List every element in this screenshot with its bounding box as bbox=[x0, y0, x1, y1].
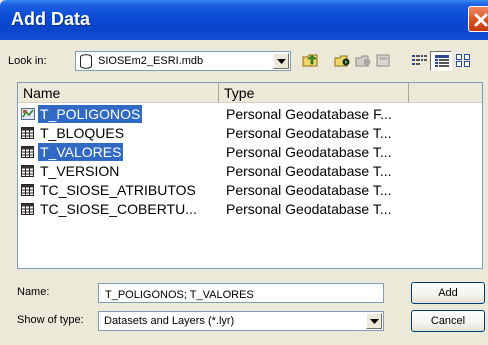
add-data-dialog: Add Data Look in: SIOSEm2_ESRI.mdb Name … bbox=[0, 0, 488, 345]
database-icon bbox=[80, 54, 92, 69]
list-item-name: TC_SIOSE_COBERTU... bbox=[40, 201, 197, 217]
list-item[interactable]: T_VALORES Personal Geodatabase T... bbox=[18, 143, 484, 162]
thumbnails-view-icon bbox=[456, 54, 470, 67]
thumbnails-view-button[interactable] bbox=[452, 51, 474, 71]
cancel-button[interactable]: Cancel bbox=[411, 310, 485, 332]
name-input[interactable] bbox=[98, 283, 384, 303]
table-icon bbox=[21, 165, 34, 177]
list-item-type: Personal Geodatabase F... bbox=[226, 106, 392, 122]
details-view-button[interactable] bbox=[430, 51, 452, 71]
up-folder-icon bbox=[302, 54, 318, 67]
look-in-arrow[interactable] bbox=[273, 53, 289, 69]
list-item-type: Personal Geodatabase T... bbox=[226, 182, 392, 198]
column-header-type[interactable]: Type bbox=[219, 83, 409, 103]
close-button[interactable] bbox=[468, 6, 488, 32]
dialog-title: Add Data bbox=[11, 9, 91, 29]
list-item-type: Personal Geodatabase T... bbox=[226, 144, 392, 160]
connect-folder-icon bbox=[334, 55, 350, 67]
feature-class-icon bbox=[21, 108, 35, 120]
list-view-button[interactable] bbox=[408, 51, 430, 71]
list-item-name: T_VERSION bbox=[40, 163, 120, 179]
list-item-name: T_VALORES bbox=[38, 143, 124, 161]
table-icon bbox=[21, 203, 34, 215]
chevron-down-icon bbox=[370, 319, 379, 324]
list-item[interactable]: T_VERSION Personal Geodatabase T... bbox=[18, 162, 484, 181]
chevron-down-icon bbox=[277, 59, 286, 64]
list-item-type: Personal Geodatabase T... bbox=[226, 201, 392, 217]
details-view-icon bbox=[435, 55, 449, 67]
disconnect-folder-button[interactable] bbox=[352, 51, 374, 71]
list-item[interactable]: T_BLOQUES Personal Geodatabase T... bbox=[18, 124, 484, 143]
look-in-label: Look in: bbox=[8, 55, 47, 67]
table-icon bbox=[21, 127, 34, 139]
show-of-type-arrow[interactable] bbox=[366, 313, 382, 329]
list-item-name: TC_SIOSE_ATRIBUTOS bbox=[40, 182, 196, 198]
catalog-button[interactable] bbox=[372, 51, 394, 71]
show-of-type-value: Datasets and Layers (*.lyr) bbox=[104, 315, 235, 327]
list-view-icon bbox=[412, 55, 427, 65]
table-icon bbox=[21, 184, 34, 196]
show-of-type-dropdown[interactable]: Datasets and Layers (*.lyr) bbox=[98, 311, 384, 331]
add-button[interactable]: Add bbox=[411, 282, 485, 304]
up-folder-button[interactable] bbox=[299, 51, 321, 71]
file-list[interactable]: Name Type T_POLIGONOS Personal Geodataba… bbox=[17, 82, 483, 269]
name-label: Name: bbox=[17, 286, 50, 298]
column-header-name[interactable]: Name bbox=[18, 83, 219, 103]
list-item[interactable]: T_POLIGONOS Personal Geodatabase F... bbox=[18, 105, 484, 124]
column-header-empty bbox=[409, 83, 482, 103]
look-in-value: SIOSEm2_ESRI.mdb bbox=[98, 55, 204, 67]
close-icon bbox=[474, 13, 488, 27]
table-icon bbox=[21, 146, 34, 158]
show-of-type-label: Show of type: bbox=[17, 314, 84, 326]
catalog-icon bbox=[376, 54, 390, 67]
list-item-name: T_POLIGONOS bbox=[38, 105, 143, 123]
list-item-type: Personal Geodatabase T... bbox=[226, 125, 392, 141]
list-item-type: Personal Geodatabase T... bbox=[226, 163, 392, 179]
list-item-name: T_BLOQUES bbox=[40, 125, 125, 141]
title-bar[interactable]: Add Data bbox=[0, 0, 488, 40]
list-item[interactable]: TC_SIOSE_COBERTU... Personal Geodatabase… bbox=[18, 200, 484, 219]
connect-folder-button[interactable] bbox=[331, 51, 353, 71]
disconnect-folder-icon bbox=[355, 55, 371, 67]
list-item[interactable]: TC_SIOSE_ATRIBUTOS Personal Geodatabase … bbox=[18, 181, 484, 200]
look-in-dropdown[interactable]: SIOSEm2_ESRI.mdb bbox=[75, 51, 291, 71]
